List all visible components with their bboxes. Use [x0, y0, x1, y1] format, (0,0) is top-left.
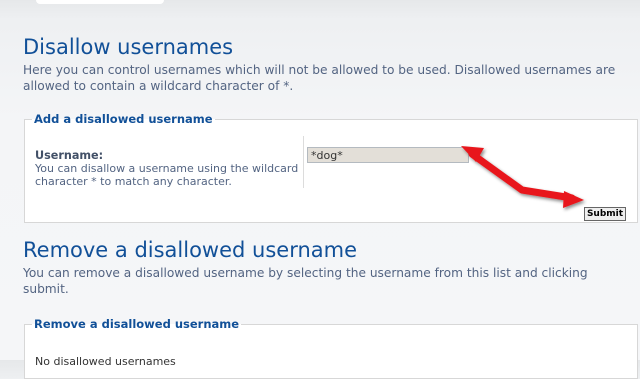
username-input[interactable] — [307, 147, 469, 163]
add-form-legend: Add a disallowed username — [34, 112, 213, 126]
empty-list-message: No disallowed usernames — [35, 355, 176, 368]
page-description: Here you can control usernames which wil… — [23, 63, 616, 93]
top-tab — [36, 0, 164, 4]
username-help-text: You can disallow a username using the wi… — [35, 162, 299, 188]
remove-form-legend: Remove a disallowed username — [34, 317, 240, 331]
add-disallowed-username-form: Add a disallowed username Username: You … — [24, 112, 638, 223]
remove-section-title: Remove a disallowed username — [23, 238, 358, 262]
remove-disallowed-username-form: Remove a disallowed username No disallow… — [24, 317, 638, 379]
field-divider — [303, 136, 304, 188]
username-field-label-group: Username: You can disallow a username us… — [35, 149, 303, 188]
remove-section-description: You can remove a disallowed username by … — [23, 266, 588, 296]
page-title: Disallow usernames — [23, 35, 234, 59]
username-label: Username: — [35, 149, 104, 162]
submit-button[interactable]: Submit — [584, 207, 626, 221]
